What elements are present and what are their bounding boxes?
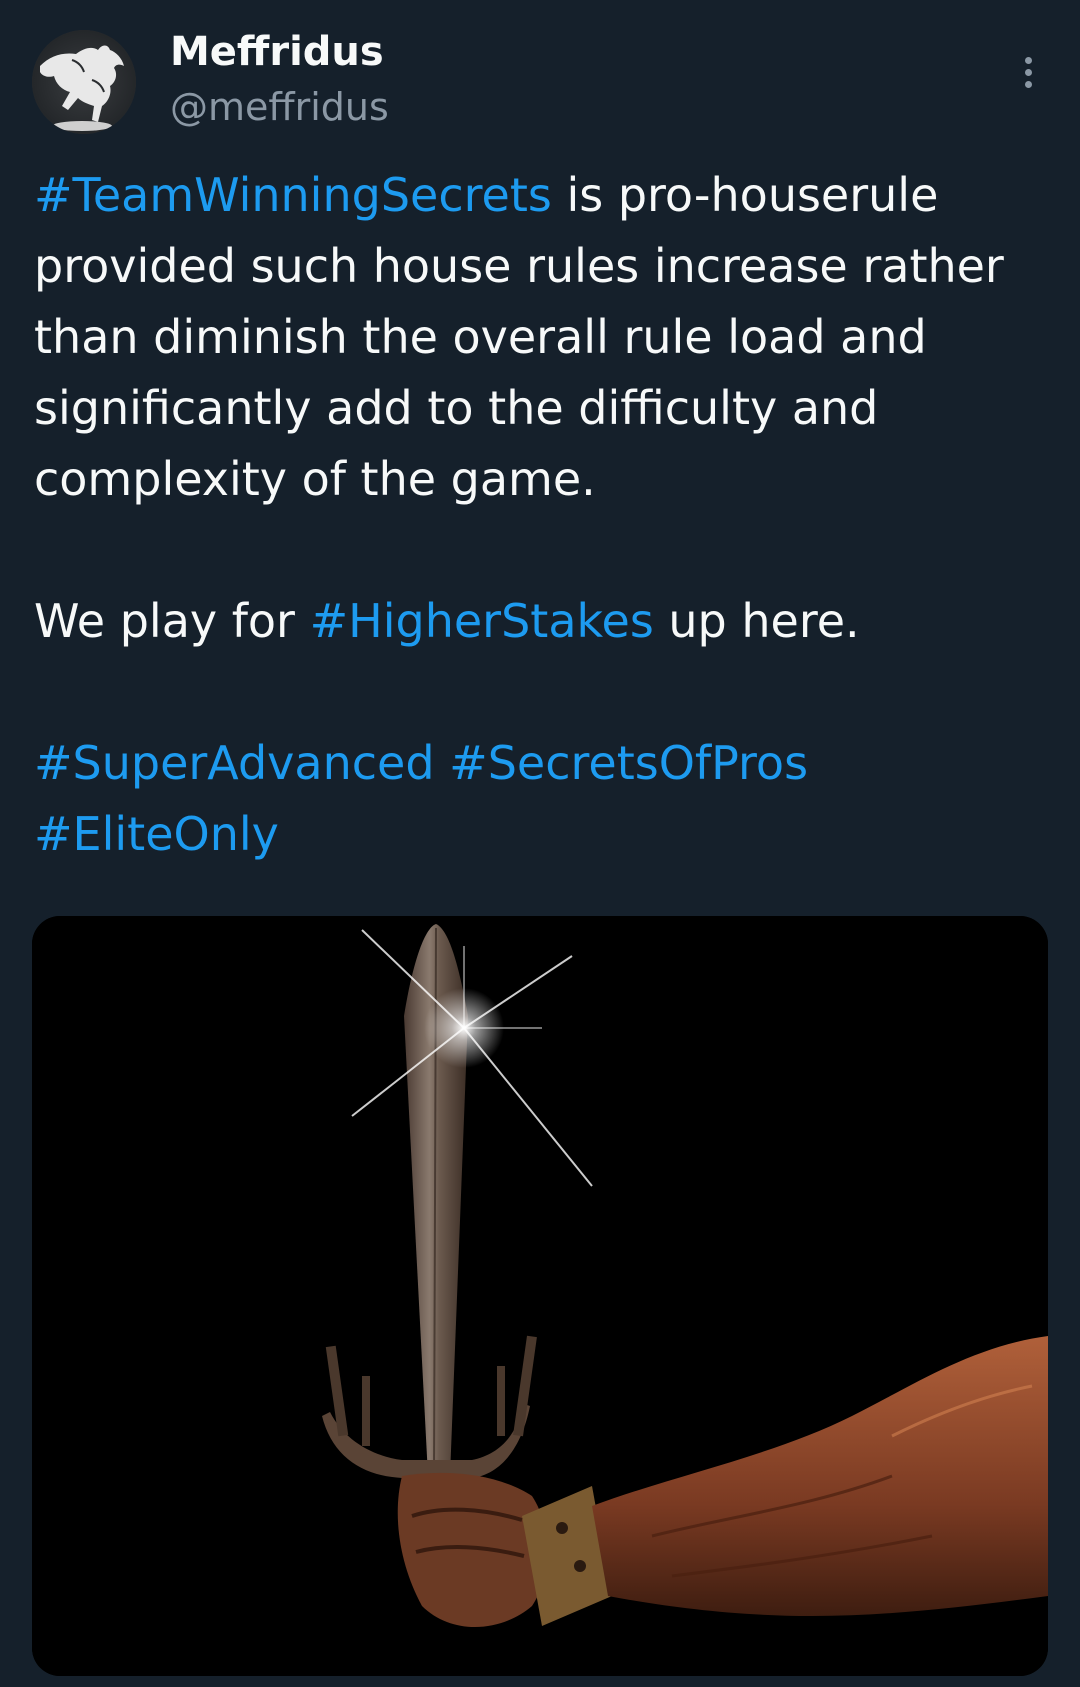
more-vertical-icon bbox=[1024, 56, 1032, 64]
author-handle[interactable]: @meffridus bbox=[170, 84, 389, 130]
tweet-text-body: We play for bbox=[34, 594, 310, 648]
tweet-paragraph-3: #SuperAdvanced #SecretsOfPros #EliteOnly bbox=[34, 728, 1064, 870]
hashtag-link[interactable]: #SuperAdvanced bbox=[34, 736, 435, 790]
tweet-paragraph-2: We play for #HigherStakes up here. bbox=[34, 586, 1064, 657]
more-vertical-icon-dot bbox=[1024, 68, 1032, 76]
hashtag-link[interactable]: #HigherStakes bbox=[310, 594, 654, 648]
tweet-paragraph-1: #TeamWinningSecrets is pro-houserule pro… bbox=[34, 160, 1064, 515]
hashtag-link[interactable]: #TeamWinningSecrets bbox=[34, 168, 552, 222]
tweet-text: #TeamWinningSecrets is pro-houserule pro… bbox=[34, 160, 1064, 870]
tweet-text-body: up here. bbox=[653, 594, 860, 648]
sword-artwork-image[interactable] bbox=[32, 916, 1048, 1676]
author-display-name[interactable]: Meffridus bbox=[170, 28, 384, 76]
more-options-button[interactable] bbox=[1010, 50, 1046, 94]
tweet-card: Meffridus @meffridus #TeamWinningSecrets… bbox=[0, 0, 1080, 1687]
hashtag-link[interactable]: #EliteOnly bbox=[34, 807, 279, 861]
horse-avatar-icon[interactable] bbox=[32, 30, 136, 134]
hashtag-link[interactable]: #SecretsOfPros bbox=[449, 736, 808, 790]
more-vertical-icon-dot bbox=[1024, 80, 1032, 88]
